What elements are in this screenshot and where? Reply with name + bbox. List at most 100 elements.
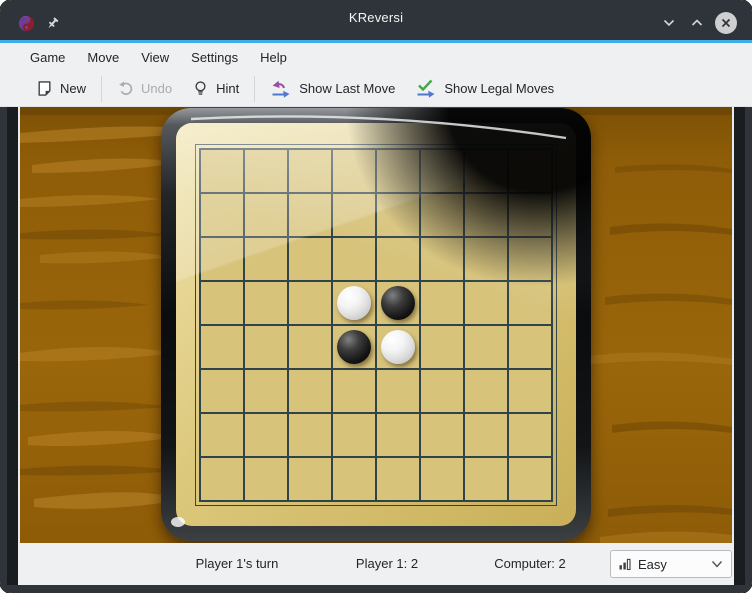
board-cell-4-6[interactable] <box>421 282 463 324</box>
board-cell-1-7[interactable] <box>465 150 507 192</box>
board-cell-8-4[interactable] <box>333 458 375 500</box>
undo-button[interactable]: Undo <box>107 76 182 101</box>
board-cell-7-4[interactable] <box>333 414 375 456</box>
board-grid <box>199 148 553 502</box>
menu-view[interactable]: View <box>130 46 180 69</box>
toolbar: New Undo Hint <box>0 71 752 107</box>
toolbar-separator <box>101 76 102 102</box>
difficulty-dropdown[interactable]: Easy <box>610 550 732 578</box>
board-cell-7-3[interactable] <box>289 414 331 456</box>
board-cell-5-7[interactable] <box>465 326 507 368</box>
board-cell-5-4[interactable] <box>333 326 375 368</box>
board-cell-4-1[interactable] <box>201 282 243 324</box>
board-cell-5-1[interactable] <box>201 326 243 368</box>
board-cell-4-8[interactable] <box>509 282 551 324</box>
titlebar: KReversi <box>7 0 745 40</box>
statusbar: Player 1's turn Player 1: 2 Computer: 2 … <box>18 543 734 585</box>
kreversi-window: KReversi Game Move View Settings Help <box>0 0 752 593</box>
board-cell-3-5[interactable] <box>377 238 419 280</box>
show-last-move-label: Show Last Move <box>299 81 395 96</box>
board-cell-4-7[interactable] <box>465 282 507 324</box>
board-cell-4-5[interactable] <box>377 282 419 324</box>
board-cell-1-6[interactable] <box>421 150 463 192</box>
board-cell-8-7[interactable] <box>465 458 507 500</box>
board-cell-4-4[interactable] <box>333 282 375 324</box>
board-cell-2-7[interactable] <box>465 194 507 236</box>
undo-label: Undo <box>141 81 172 96</box>
board-cell-3-7[interactable] <box>465 238 507 280</box>
board-cell-8-8[interactable] <box>509 458 551 500</box>
board-cell-6-7[interactable] <box>465 370 507 412</box>
difficulty-value: Easy <box>638 557 705 572</box>
board-cell-7-1[interactable] <box>201 414 243 456</box>
board-cell-3-4[interactable] <box>333 238 375 280</box>
board-cell-1-8[interactable] <box>509 150 551 192</box>
board-cell-4-3[interactable] <box>289 282 331 324</box>
window-title: KReversi <box>7 10 745 25</box>
board-cell-1-5[interactable] <box>377 150 419 192</box>
board-cell-5-8[interactable] <box>509 326 551 368</box>
menu-settings[interactable]: Settings <box>180 46 249 69</box>
menu-move[interactable]: Move <box>76 46 130 69</box>
board-cell-8-3[interactable] <box>289 458 331 500</box>
board-cell-3-6[interactable] <box>421 238 463 280</box>
board-cell-2-8[interactable] <box>509 194 551 236</box>
board-cell-3-1[interactable] <box>201 238 243 280</box>
white-piece <box>337 286 371 320</box>
difficulty-bars-icon <box>618 557 632 571</box>
menubar: Game Move View Settings Help <box>0 43 752 71</box>
board-cell-5-5[interactable] <box>377 326 419 368</box>
board-grid-border <box>195 144 557 506</box>
show-legal-moves-button[interactable]: Show Legal Moves <box>405 75 564 103</box>
wooden-table-background <box>18 107 734 543</box>
board-cell-3-3[interactable] <box>289 238 331 280</box>
black-piece <box>381 286 415 320</box>
board-cell-6-8[interactable] <box>509 370 551 412</box>
new-button[interactable]: New <box>26 76 96 101</box>
last-move-arrow-icon <box>270 79 292 99</box>
board-cell-1-1[interactable] <box>201 150 243 192</box>
board-cell-1-3[interactable] <box>289 150 331 192</box>
show-last-move-button[interactable]: Show Last Move <box>260 75 405 103</box>
board-cell-3-8[interactable] <box>509 238 551 280</box>
board-cell-1-4[interactable] <box>333 150 375 192</box>
hint-button[interactable]: Hint <box>182 76 249 101</box>
board-cell-6-6[interactable] <box>421 370 463 412</box>
computer-score: Computer: 2 <box>494 556 566 571</box>
board-cell-7-6[interactable] <box>421 414 463 456</box>
board-cell-2-4[interactable] <box>333 194 375 236</box>
board-cell-8-6[interactable] <box>421 458 463 500</box>
board-cell-2-2[interactable] <box>245 194 287 236</box>
toolbar-separator <box>254 76 255 102</box>
board-cell-6-5[interactable] <box>377 370 419 412</box>
legal-moves-check-icon <box>415 79 437 99</box>
player1-score: Player 1: 2 <box>356 556 418 571</box>
board-cell-7-2[interactable] <box>245 414 287 456</box>
board-cell-5-3[interactable] <box>289 326 331 368</box>
board-cell-8-1[interactable] <box>201 458 243 500</box>
board-cell-7-7[interactable] <box>465 414 507 456</box>
board-cell-6-2[interactable] <box>245 370 287 412</box>
board-cell-6-3[interactable] <box>289 370 331 412</box>
turn-status: Player 1's turn <box>196 556 279 571</box>
new-document-icon <box>36 80 53 97</box>
menu-game[interactable]: Game <box>19 46 76 69</box>
board-cell-5-2[interactable] <box>245 326 287 368</box>
board-cell-6-4[interactable] <box>333 370 375 412</box>
board-cell-1-2[interactable] <box>245 150 287 192</box>
board-cell-7-5[interactable] <box>377 414 419 456</box>
board-cell-2-5[interactable] <box>377 194 419 236</box>
board-surface <box>176 123 576 526</box>
board-cell-4-2[interactable] <box>245 282 287 324</box>
board-cell-5-6[interactable] <box>421 326 463 368</box>
board-cell-2-6[interactable] <box>421 194 463 236</box>
board-cell-2-1[interactable] <box>201 194 243 236</box>
board-cell-6-1[interactable] <box>201 370 243 412</box>
board-cell-8-2[interactable] <box>245 458 287 500</box>
menu-help[interactable]: Help <box>249 46 298 69</box>
game-view-container: Player 1's turn Player 1: 2 Computer: 2 … <box>7 107 745 585</box>
board-cell-8-5[interactable] <box>377 458 419 500</box>
board-cell-7-8[interactable] <box>509 414 551 456</box>
board-cell-2-3[interactable] <box>289 194 331 236</box>
board-cell-3-2[interactable] <box>245 238 287 280</box>
